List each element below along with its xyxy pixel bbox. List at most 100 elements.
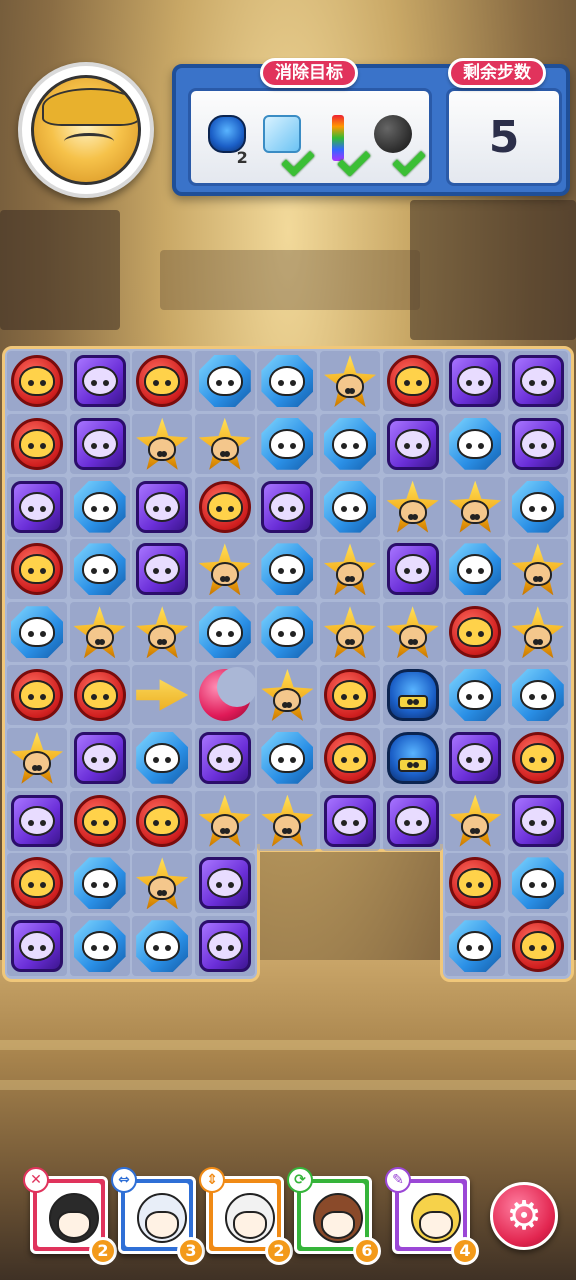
hero-portrait bbox=[213, 1183, 277, 1247]
boss-piece[interactable] bbox=[385, 730, 441, 786]
red-piece[interactable] bbox=[322, 730, 378, 786]
settings-button[interactable]: ⚙ bbox=[490, 1182, 558, 1250]
red-piece[interactable] bbox=[510, 730, 566, 786]
blue-piece[interactable] bbox=[134, 730, 190, 786]
skill-charge-count: 3 bbox=[177, 1237, 205, 1265]
blue-piece[interactable] bbox=[447, 541, 503, 597]
red-piece[interactable] bbox=[72, 793, 128, 849]
yellow-piece[interactable] bbox=[197, 793, 253, 849]
blue-piece[interactable] bbox=[322, 479, 378, 535]
blue-piece[interactable] bbox=[322, 416, 378, 472]
red-piece[interactable] bbox=[134, 353, 190, 409]
purple-piece[interactable] bbox=[9, 918, 65, 974]
blue-piece[interactable] bbox=[197, 604, 253, 660]
yellow-piece[interactable] bbox=[9, 730, 65, 786]
blue-piece[interactable] bbox=[510, 855, 566, 911]
boss-piece[interactable] bbox=[385, 667, 441, 723]
yellow-piece[interactable] bbox=[447, 793, 503, 849]
yellow-piece[interactable] bbox=[510, 541, 566, 597]
yellow-piece[interactable] bbox=[197, 541, 253, 597]
blue-piece[interactable] bbox=[447, 667, 503, 723]
yellow-piece[interactable] bbox=[322, 541, 378, 597]
red-piece[interactable] bbox=[197, 479, 253, 535]
blue-piece[interactable] bbox=[259, 541, 315, 597]
blue-piece[interactable] bbox=[72, 479, 128, 535]
player-avatar[interactable] bbox=[18, 62, 154, 198]
game-board bbox=[0, 344, 576, 986]
blue-piece[interactable] bbox=[447, 918, 503, 974]
team-hero-4-card[interactable]: ⟳ 6 bbox=[287, 1167, 381, 1265]
red-piece[interactable] bbox=[9, 855, 65, 911]
purple-piece[interactable] bbox=[72, 353, 128, 409]
purple-piece[interactable] bbox=[447, 353, 503, 409]
purple-piece[interactable] bbox=[385, 793, 441, 849]
yellow-piece[interactable] bbox=[322, 353, 378, 409]
arrow-piece[interactable] bbox=[134, 667, 190, 723]
blue-piece[interactable] bbox=[9, 604, 65, 660]
purple-piece[interactable] bbox=[385, 541, 441, 597]
red-piece[interactable] bbox=[9, 541, 65, 597]
moves-label: 剩余步数 bbox=[448, 58, 546, 88]
purple-piece[interactable] bbox=[197, 918, 253, 974]
purple-piece[interactable] bbox=[322, 793, 378, 849]
purple-piece[interactable] bbox=[259, 479, 315, 535]
purple-piece[interactable] bbox=[197, 730, 253, 786]
blue-piece[interactable] bbox=[510, 667, 566, 723]
skill-charge-count: 2 bbox=[89, 1237, 117, 1265]
blue-piece[interactable] bbox=[134, 918, 190, 974]
red-piece[interactable] bbox=[447, 855, 503, 911]
team-hero-1-card[interactable]: ✕ 2 bbox=[23, 1167, 117, 1265]
blue-piece[interactable] bbox=[447, 416, 503, 472]
purple-piece[interactable] bbox=[510, 416, 566, 472]
purple-piece[interactable] bbox=[72, 730, 128, 786]
purple-piece[interactable] bbox=[197, 855, 253, 911]
yellow-piece[interactable] bbox=[134, 604, 190, 660]
skill-type-icon: ⟳ bbox=[287, 1167, 313, 1193]
red-piece[interactable] bbox=[510, 918, 566, 974]
purple-piece[interactable] bbox=[510, 353, 566, 409]
purple-piece[interactable] bbox=[510, 793, 566, 849]
blue-piece[interactable] bbox=[510, 479, 566, 535]
red-piece[interactable] bbox=[9, 353, 65, 409]
blue-piece[interactable] bbox=[72, 541, 128, 597]
rainbow-bar-icon bbox=[331, 115, 344, 161]
yellow-piece[interactable] bbox=[134, 416, 190, 472]
purple-piece[interactable] bbox=[447, 730, 503, 786]
team-hero-5-card[interactable]: ✎ 4 bbox=[385, 1167, 479, 1265]
blue-piece[interactable] bbox=[259, 604, 315, 660]
red-piece[interactable] bbox=[72, 667, 128, 723]
blue-piece[interactable] bbox=[197, 353, 253, 409]
purple-piece[interactable] bbox=[9, 793, 65, 849]
purple-piece[interactable] bbox=[9, 479, 65, 535]
red-piece[interactable] bbox=[134, 793, 190, 849]
red-piece[interactable] bbox=[9, 416, 65, 472]
yellow-piece[interactable] bbox=[385, 604, 441, 660]
yellow-piece[interactable] bbox=[510, 604, 566, 660]
blue-piece[interactable] bbox=[72, 918, 128, 974]
red-piece[interactable] bbox=[9, 667, 65, 723]
yellow-piece[interactable] bbox=[259, 793, 315, 849]
red-piece[interactable] bbox=[385, 353, 441, 409]
red-piece[interactable] bbox=[322, 667, 378, 723]
yellow-piece[interactable] bbox=[134, 855, 190, 911]
blue-piece[interactable] bbox=[72, 855, 128, 911]
yellow-piece[interactable] bbox=[385, 479, 441, 535]
purple-piece[interactable] bbox=[385, 416, 441, 472]
blue-piece[interactable] bbox=[259, 730, 315, 786]
red-piece[interactable] bbox=[447, 604, 503, 660]
skill-charge-count: 6 bbox=[353, 1237, 381, 1265]
team-hero-2-card[interactable]: ⇔ 3 bbox=[111, 1167, 205, 1265]
purple-piece[interactable] bbox=[134, 479, 190, 535]
goals-box: 2 bbox=[188, 88, 432, 186]
yellow-piece[interactable] bbox=[259, 667, 315, 723]
blue-piece[interactable] bbox=[259, 353, 315, 409]
yellow-piece[interactable] bbox=[197, 416, 253, 472]
purple-piece[interactable] bbox=[134, 541, 190, 597]
yellow-piece[interactable] bbox=[447, 479, 503, 535]
moon-piece[interactable] bbox=[197, 667, 257, 723]
yellow-piece[interactable] bbox=[72, 604, 128, 660]
team-hero-3-card[interactable]: ⇕ 2 bbox=[199, 1167, 293, 1265]
yellow-piece[interactable] bbox=[322, 604, 378, 660]
purple-piece[interactable] bbox=[72, 416, 128, 472]
blue-piece[interactable] bbox=[259, 416, 315, 472]
